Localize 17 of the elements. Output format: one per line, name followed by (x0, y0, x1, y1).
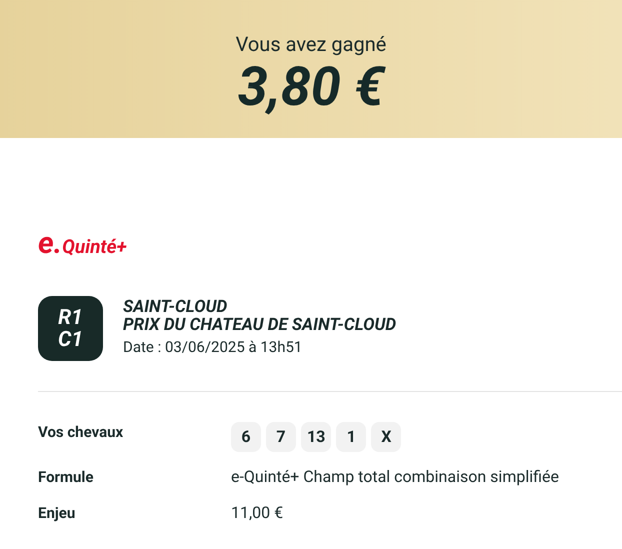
detail-label: Formule (38, 467, 95, 487)
logo: e.Quinté+ (38, 230, 127, 262)
winnings-amount: 3,80 € (238, 58, 384, 118)
detail-value: e-Quinté+ Champ total combinaison simplifiée (231, 467, 559, 487)
detail-label: Enjeu (38, 503, 76, 523)
detail-label: Vos chevaux (38, 422, 124, 442)
horse-number: 7 (266, 422, 296, 452)
banner-label: Vous avez gagné (236, 32, 386, 56)
race-date: Date : 03/06/2025 à 13h51 (123, 337, 304, 358)
venue-name: SAINT-CLOUD (123, 298, 228, 316)
race-title: PRIX DU CHATEAU DE SAINT-CLOUD (123, 316, 396, 334)
horse-number: 13 (301, 422, 332, 452)
horse-number: 1 (336, 422, 366, 452)
horse-number: X (371, 422, 402, 452)
detail-value: 11,00 € (231, 503, 284, 523)
race-badge: R1 C1 (38, 296, 103, 361)
horse-number: 6 (231, 422, 261, 452)
